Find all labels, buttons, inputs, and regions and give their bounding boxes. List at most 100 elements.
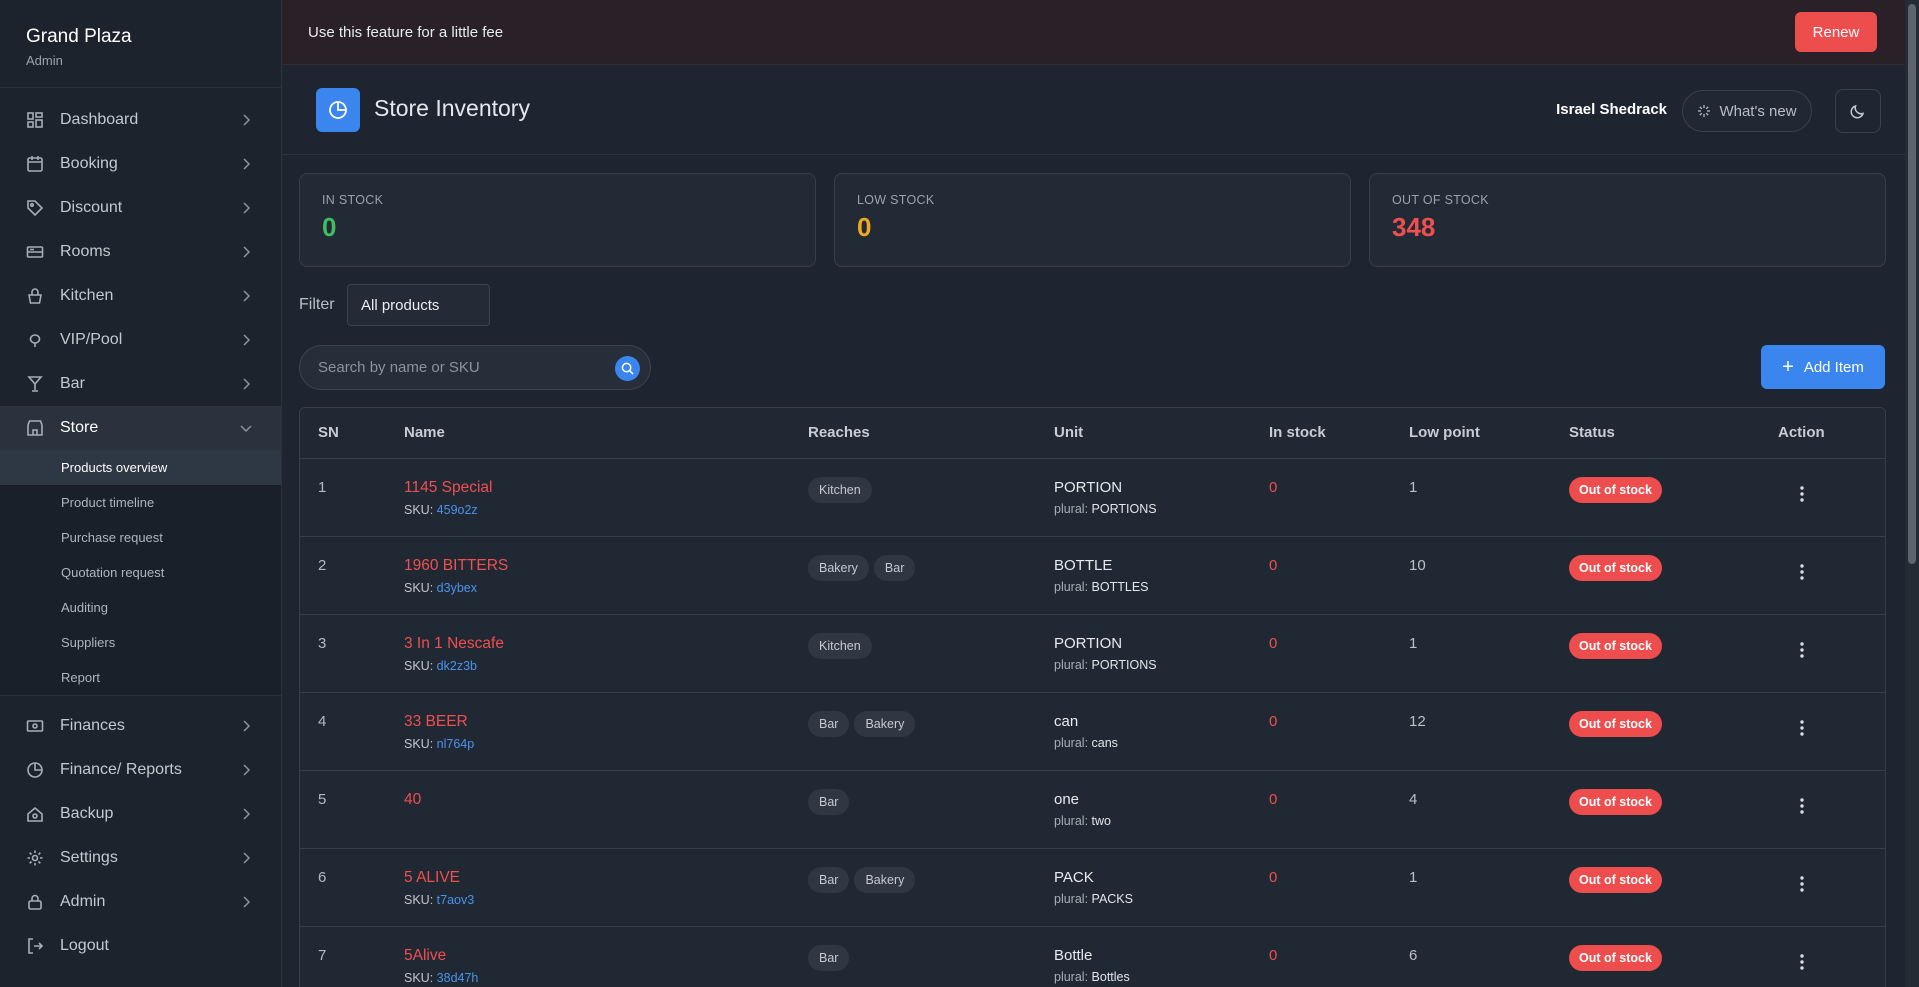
column-header[interactable]: Reaches — [790, 408, 1036, 459]
sidebar-item-discount[interactable]: Discount — [0, 186, 281, 230]
subnav-quotation-request[interactable]: Quotation request — [0, 555, 281, 590]
product-name-link[interactable]: 5Alive — [404, 947, 772, 965]
logout-icon — [26, 937, 44, 955]
sidebar-item-label: Store — [60, 419, 99, 436]
stat-in-stock: IN STOCK 0 — [299, 173, 816, 267]
product-name-link[interactable]: 1960 BITTERS — [404, 557, 772, 575]
search-icon — [621, 362, 634, 375]
chevron-right-icon — [243, 334, 251, 346]
sidebar-nav: Dashboard Booking Discount Rooms Kitchen… — [0, 88, 281, 968]
reach-chip: Bar — [808, 788, 850, 815]
sku-code[interactable]: 459o2z — [437, 503, 478, 517]
cell-low-point: 1 — [1391, 614, 1551, 693]
more-vertical-icon[interactable] — [1792, 640, 1812, 660]
scrollbar-thumb[interactable] — [1908, 4, 1916, 564]
subnav-purchase-request[interactable]: Purchase request — [0, 520, 281, 555]
subnav-products-overview[interactable]: Products overview — [0, 450, 281, 485]
sidebar-item-vip-pool[interactable]: VIP/Pool — [0, 318, 281, 362]
sidebar-item-finances[interactable]: Finances — [0, 704, 281, 748]
table-row[interactable]: 5 40 Bar one plural: two 0 4 Out of stock — [300, 770, 1885, 849]
more-vertical-icon[interactable] — [1792, 874, 1812, 894]
sidebar-item-settings[interactable]: Settings — [0, 836, 281, 880]
table-row[interactable]: 3 3 In 1 Nescafe SKU: dk2z3b Kitchen PORTION… — [300, 614, 1885, 693]
product-name-link[interactable]: 40 — [404, 791, 772, 809]
more-vertical-icon[interactable] — [1792, 796, 1812, 816]
column-header[interactable]: Name — [386, 408, 790, 459]
page-title: Store Inventory — [374, 95, 530, 121]
chevron-right-icon — [243, 158, 251, 170]
column-header[interactable]: In stock — [1251, 408, 1391, 459]
search-input[interactable] — [318, 346, 608, 389]
sidebar-item-logout[interactable]: Logout — [0, 924, 281, 968]
sidebar-item-bar[interactable]: Bar — [0, 362, 281, 406]
more-vertical-icon[interactable] — [1792, 718, 1812, 738]
table-row[interactable]: 7 5Alive SKU: 38d47h Bar Bottle plural: Bottl… — [300, 926, 1885, 987]
stat-label: LOW STOCK — [857, 193, 935, 207]
sparkle-icon — [1698, 105, 1711, 117]
table-row[interactable]: 6 5 ALIVE SKU: t7aov3 Bar Bakery PACK plural: … — [300, 848, 1885, 927]
user-name: Israel Shedrack — [1556, 101, 1667, 118]
sidebar-item-dashboard[interactable]: Dashboard — [0, 98, 281, 142]
sku-code[interactable]: t7aov3 — [437, 893, 475, 907]
sidebar-item-store[interactable]: Store — [0, 406, 281, 450]
more-vertical-icon[interactable] — [1792, 952, 1812, 972]
product-name-link[interactable]: 33 BEER — [404, 713, 772, 731]
product-name-link[interactable]: 5 ALIVE — [404, 869, 772, 887]
sidebar-item-admin[interactable]: Admin — [0, 880, 281, 924]
cell-action — [1760, 458, 1885, 537]
table-row[interactable]: 1 1145 Special SKU: 459o2z Kitchen PORTION pl… — [300, 458, 1885, 537]
theme-toggle-button[interactable] — [1835, 89, 1881, 133]
subnav-product-timeline[interactable]: Product timeline — [0, 485, 281, 520]
cell-unit: one plural: two — [1036, 770, 1251, 849]
table-row[interactable]: 4 33 BEER SKU: nl764p Bar Bakery can plural: c… — [300, 692, 1885, 771]
filter-select[interactable]: All products — [347, 284, 490, 326]
sku-line: SKU: t7aov3 — [404, 893, 772, 907]
table-row[interactable]: 2 1960 BITTERS SKU: d3ybex Bakery Bar BOTTLE p… — [300, 536, 1885, 615]
plural-prefix: plural: — [1054, 501, 1089, 516]
column-header[interactable]: Status — [1551, 408, 1760, 459]
reach-chip: Bar — [808, 866, 850, 893]
sidebar-item-booking[interactable]: Booking — [0, 142, 281, 186]
sku-code[interactable]: d3ybex — [437, 581, 477, 595]
cell-status: Out of stock — [1551, 458, 1760, 537]
sku-code[interactable]: nl764p — [437, 737, 475, 751]
search-button[interactable] — [615, 356, 640, 381]
sidebar-item-finance-reports[interactable]: Finance/ Reports — [0, 748, 281, 792]
sidebar-item-backup[interactable]: Backup — [0, 792, 281, 836]
plural-value: PORTIONS — [1091, 501, 1157, 516]
subnav-auditing[interactable]: Auditing — [0, 590, 281, 625]
subnav-report[interactable]: Report — [0, 660, 281, 695]
sidebar-item-kitchen[interactable]: Kitchen — [0, 274, 281, 318]
product-name-link[interactable]: 1145 Special — [404, 479, 772, 497]
unit-plural: plural: two — [1054, 814, 1233, 828]
brand-name: Grand Plaza — [26, 26, 132, 47]
whats-new-button[interactable]: What's new — [1682, 90, 1812, 132]
bed-icon — [26, 243, 44, 261]
sku-code[interactable]: 38d47h — [437, 971, 479, 985]
sku-prefix: SKU: — [404, 892, 434, 907]
renew-button[interactable]: Renew — [1795, 12, 1877, 52]
product-name-link[interactable]: 3 In 1 Nescafe — [404, 635, 772, 653]
fee-banner: Use this feature for a little fee Renew — [282, 0, 1919, 65]
plural-value: two — [1091, 813, 1111, 828]
sidebar-item-rooms[interactable]: Rooms — [0, 230, 281, 274]
column-header[interactable]: Action — [1760, 408, 1885, 459]
filter-label: Filter — [299, 296, 335, 313]
cell-action — [1760, 848, 1885, 927]
column-header[interactable]: Low point — [1391, 408, 1551, 459]
unit-name: PACK — [1054, 868, 1094, 886]
sku-prefix: SKU: — [404, 580, 434, 595]
stat-value: 348 — [1392, 212, 1436, 242]
sku-prefix: SKU: — [404, 970, 434, 985]
sidebar-item-label: Discount — [60, 199, 123, 216]
page-scrollbar[interactable] — [1905, 0, 1919, 987]
subnav-suppliers[interactable]: Suppliers — [0, 625, 281, 660]
add-item-button[interactable]: + Add Item — [1761, 345, 1885, 389]
more-vertical-icon[interactable] — [1792, 484, 1812, 504]
cell-low-point: 6 — [1391, 926, 1551, 987]
sku-code[interactable]: dk2z3b — [437, 659, 477, 673]
more-vertical-icon[interactable] — [1792, 562, 1812, 582]
column-header[interactable]: SN — [300, 408, 386, 459]
column-header[interactable]: Unit — [1036, 408, 1251, 459]
cell-name: 5 ALIVE SKU: t7aov3 — [386, 848, 790, 927]
